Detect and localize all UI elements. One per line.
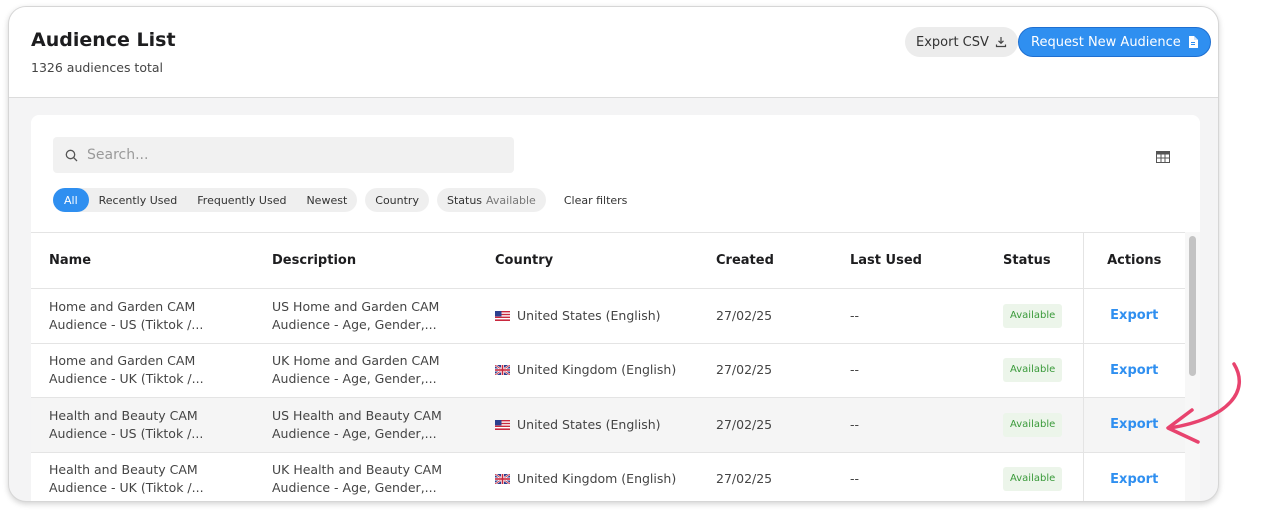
table-view-icon[interactable] xyxy=(1156,148,1170,167)
actions-cell: Export xyxy=(1082,452,1185,501)
page-header: Audience List 1326 audiences total Expor… xyxy=(9,7,1218,98)
column-header-description[interactable]: Description xyxy=(254,232,477,289)
page-title: Audience List xyxy=(31,29,176,51)
export-link[interactable]: Export xyxy=(1110,472,1158,487)
audience-count: 1326 audiences total xyxy=(31,60,164,75)
table-header-row: Name Description Country Created Last Us… xyxy=(31,232,1185,289)
export-link[interactable]: Export xyxy=(1110,308,1158,323)
request-new-audience-button[interactable]: Request New Audience xyxy=(1018,27,1211,57)
clear-filters-button[interactable]: Clear filters xyxy=(554,188,638,212)
country-cell: United Kingdom (English) xyxy=(477,343,698,398)
table-row[interactable]: Health and Beauty CAM Audience - UK (Tik… xyxy=(31,452,1185,501)
column-header-country[interactable]: Country xyxy=(477,232,698,289)
status-badge: Available xyxy=(1003,467,1063,492)
country-cell: United Kingdom (English) xyxy=(477,452,698,501)
filter-frequently-used[interactable]: Frequently Used xyxy=(187,188,296,212)
created-date: 27/02/25 xyxy=(698,288,832,344)
annotation-arrow-icon xyxy=(1166,362,1241,444)
table-row[interactable]: Home and Garden CAM Audience - US (Tikto… xyxy=(31,288,1185,344)
uk-flag-icon xyxy=(495,365,510,376)
last-used: -- xyxy=(832,397,985,453)
audience-name: Home and Garden CAM Audience - UK (Tikto… xyxy=(31,343,254,398)
column-header-last-used[interactable]: Last Used xyxy=(832,232,985,289)
column-header-name[interactable]: Name xyxy=(31,232,254,289)
status-badge: Available xyxy=(1003,412,1063,437)
created-date: 27/02/25 xyxy=(698,452,832,501)
country-name: United Kingdom (English) xyxy=(517,362,677,378)
created-date: 27/02/25 xyxy=(698,397,832,453)
table-row[interactable]: Home and Garden CAM Audience - UK (Tikto… xyxy=(31,343,1185,398)
us-flag-icon xyxy=(495,310,510,321)
status-filter-value: Available xyxy=(486,193,536,207)
export-csv-button[interactable]: Export CSV xyxy=(905,27,1018,57)
status-badge: Available xyxy=(1003,303,1063,328)
country-filter[interactable]: Country xyxy=(365,188,429,212)
last-used: -- xyxy=(832,343,985,398)
us-flag-icon xyxy=(495,419,510,430)
last-used: -- xyxy=(832,288,985,344)
audience-table: Name Description Country Created Last Us… xyxy=(31,232,1185,501)
status-cell: Available xyxy=(985,452,1083,501)
search-input[interactable] xyxy=(87,147,487,163)
filter-bar: All Recently Used Frequently Used Newest… xyxy=(53,188,637,212)
search-icon xyxy=(65,149,78,161)
country-name: United States (English) xyxy=(517,307,661,323)
audience-name: Home and Garden CAM Audience - US (Tikto… xyxy=(31,288,254,344)
audience-name: Health and Beauty CAM Audience - US (Tik… xyxy=(31,397,254,453)
filter-newest[interactable]: Newest xyxy=(296,188,357,212)
export-link[interactable]: Export xyxy=(1110,363,1158,378)
column-header-status[interactable]: Status xyxy=(985,232,1083,289)
request-label: Request New Audience xyxy=(1031,34,1181,50)
file-icon xyxy=(1188,36,1198,48)
table-row[interactable]: Health and Beauty CAM Audience - US (Tik… xyxy=(31,397,1185,453)
audience-description: US Health and Beauty CAM Audience - Age,… xyxy=(254,397,477,453)
country-cell: United States (English) xyxy=(477,288,698,344)
filter-recently-used[interactable]: Recently Used xyxy=(89,188,188,212)
export-link[interactable]: Export xyxy=(1110,417,1158,432)
uk-flag-icon xyxy=(495,474,510,485)
status-badge: Available xyxy=(1003,358,1063,383)
country-cell: United States (English) xyxy=(477,397,698,453)
search-bar[interactable] xyxy=(53,137,514,173)
audience-name: Health and Beauty CAM Audience - UK (Tik… xyxy=(31,452,254,501)
audience-table-card: All Recently Used Frequently Used Newest… xyxy=(31,115,1200,501)
country-name: United Kingdom (English) xyxy=(517,471,677,487)
status-filter-label: Status xyxy=(446,193,483,207)
audience-description: UK Health and Beauty CAM Audience - Age,… xyxy=(254,452,477,501)
app-window: Audience List 1326 audiences total Expor… xyxy=(8,6,1219,502)
audience-description: US Home and Garden CAM Audience - Age, G… xyxy=(254,288,477,344)
sort-filter-group: All Recently Used Frequently Used Newest xyxy=(53,188,358,212)
column-header-actions: Actions xyxy=(1082,232,1185,289)
status-cell: Available xyxy=(985,343,1083,398)
last-used: -- xyxy=(832,452,985,501)
column-header-created[interactable]: Created xyxy=(698,232,832,289)
actions-cell: Export xyxy=(1082,288,1185,344)
audience-description: UK Home and Garden CAM Audience - Age, G… xyxy=(254,343,477,398)
status-cell: Available xyxy=(985,397,1083,453)
filter-all[interactable]: All xyxy=(53,188,89,212)
status-filter[interactable]: Status Available xyxy=(436,188,546,212)
status-cell: Available xyxy=(985,288,1083,344)
scrollbar-thumb[interactable] xyxy=(1189,236,1196,376)
export-csv-label: Export CSV xyxy=(916,34,989,50)
download-icon xyxy=(995,37,1007,48)
country-name: United States (English) xyxy=(517,416,661,432)
created-date: 27/02/25 xyxy=(698,343,832,398)
